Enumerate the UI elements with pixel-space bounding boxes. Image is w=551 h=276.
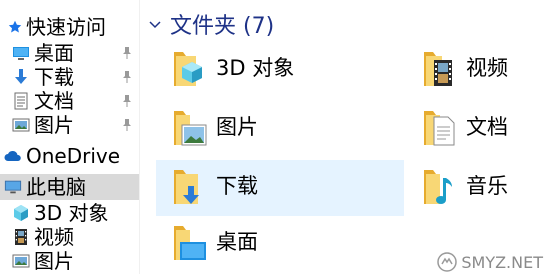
pin-icon[interactable]: [122, 45, 132, 59]
nav-pictures[interactable]: 图片: [0, 112, 139, 138]
folder-tile-3d-objects[interactable]: 3D 对象: [156, 42, 388, 96]
pictures-icon: [12, 252, 30, 270]
nav-downloads[interactable]: 下载: [0, 64, 139, 90]
pin-icon[interactable]: [122, 117, 132, 131]
navigation-pane: 快速访问 桌面 下载 文档 图片 OneDrive 此电脑 3D 对象 视频 图…: [0, 0, 140, 274]
star-icon: [6, 18, 24, 36]
pin-icon[interactable]: [122, 69, 132, 83]
folder-downloads-icon: [166, 164, 210, 208]
nav-onedrive[interactable]: OneDrive: [0, 143, 139, 169]
folder-tile-pictures[interactable]: 图片: [156, 101, 388, 155]
folder-music-icon: [416, 164, 460, 208]
watermark-text: SMYZ.NET: [461, 252, 543, 272]
content-pane: 文件夹 (7) 3D 对象 视频 图片 文档 下载 音乐 桌面: [140, 0, 551, 274]
nav-pc-pictures[interactable]: 图片: [0, 248, 139, 274]
folder-label: 图片: [216, 115, 258, 139]
folder-label: 文档: [466, 115, 508, 139]
nav-this-pc-label: 此电脑: [26, 175, 86, 199]
chevron-down-icon[interactable]: [148, 17, 162, 31]
pin-icon[interactable]: [122, 93, 132, 107]
folders-group-header[interactable]: 文件夹 (7): [148, 10, 275, 39]
folder-pictures-icon: [166, 105, 210, 149]
folder-label: 3D 对象: [216, 56, 295, 80]
folder-label: 桌面: [216, 230, 258, 254]
folder-tile-videos[interactable]: 视频: [406, 42, 546, 96]
folder-tile-documents[interactable]: 文档: [406, 101, 546, 155]
folder-videos-icon: [416, 46, 460, 90]
nav-documents[interactable]: 文档: [0, 88, 139, 114]
nav-quick-access[interactable]: 快速访问: [0, 14, 139, 40]
watermark-logo-icon: [437, 252, 458, 272]
nav-downloads-label: 下载: [34, 65, 74, 89]
folder-3d-objects-icon: [166, 46, 210, 90]
folder-documents-icon: [416, 105, 460, 149]
nav-documents-label: 文档: [34, 89, 74, 113]
pictures-icon: [12, 116, 30, 134]
nav-3d-objects[interactable]: 3D 对象: [0, 200, 139, 226]
folder-tile-music[interactable]: 音乐: [406, 160, 546, 214]
folder-tile-desktop[interactable]: 桌面: [156, 216, 388, 270]
nav-pictures-label: 图片: [34, 113, 74, 137]
folders-group-title: 文件夹 (7): [170, 14, 275, 39]
folder-label: 视频: [466, 56, 508, 80]
folder-label: 音乐: [466, 174, 508, 198]
nav-desktop-label: 桌面: [34, 41, 74, 65]
folder-tile-downloads[interactable]: 下载: [156, 160, 404, 216]
watermark: SMYZ.NET: [437, 252, 543, 272]
computer-icon: [4, 178, 22, 196]
folder-label: 下载: [216, 174, 258, 198]
nav-videos[interactable]: 视频: [0, 224, 139, 250]
nav-onedrive-label: OneDrive: [26, 144, 121, 168]
nav-videos-label: 视频: [34, 225, 74, 249]
download-arrow-icon: [12, 68, 30, 86]
nav-desktop[interactable]: 桌面: [0, 40, 139, 66]
nav-this-pc[interactable]: 此电脑: [0, 174, 139, 200]
cloud-icon: [4, 147, 22, 165]
film-icon: [12, 228, 30, 246]
desktop-icon: [12, 44, 30, 62]
document-icon: [12, 92, 30, 110]
nav-pc-pictures-label: 图片: [34, 249, 74, 273]
folder-desktop-icon: [166, 220, 210, 264]
cube-3d-icon: [12, 204, 30, 222]
nav-3d-objects-label: 3D 对象: [34, 201, 109, 225]
nav-quick-access-label: 快速访问: [26, 15, 106, 39]
